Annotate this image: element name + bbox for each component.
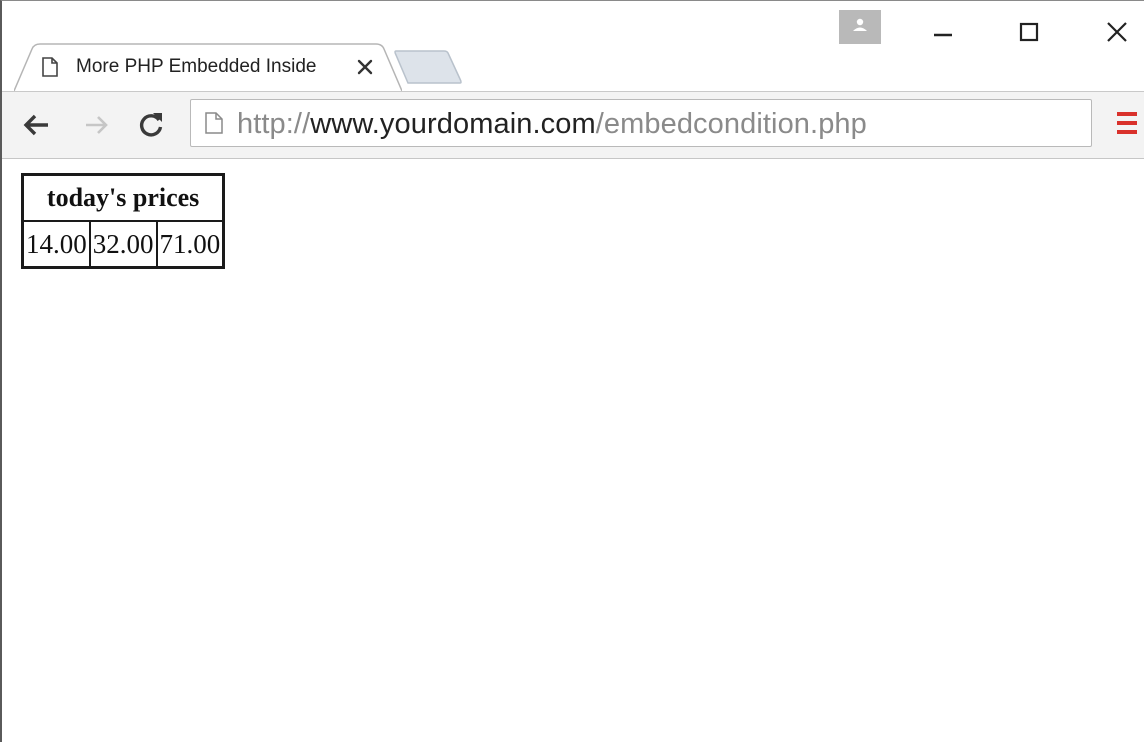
profile-person-icon[interactable] [839, 10, 881, 44]
tab-strip: More PHP Embedded Inside [2, 1, 1144, 91]
address-bar[interactable]: http://www.yourdomain.com/embedcondition… [190, 99, 1092, 147]
table-cell: 71.00 [156, 221, 224, 267]
hamburger-menu-icon[interactable] [1114, 108, 1140, 138]
new-tab-button[interactable] [390, 49, 464, 85]
table-header: today's prices [23, 175, 224, 221]
maximize-icon[interactable] [1008, 11, 1050, 53]
window-close-icon[interactable] [1096, 11, 1138, 53]
reload-icon[interactable] [134, 108, 168, 142]
table-cell: 14.00 [23, 221, 90, 267]
browser-tab-active[interactable]: More PHP Embedded Inside [14, 43, 402, 91]
browser-toolbar: http://www.yourdomain.com/embedcondition… [2, 91, 1144, 159]
page-icon [42, 57, 58, 77]
url-text: http://www.yourdomain.com/embedcondition… [237, 108, 867, 141]
browser-window: More PHP Embedded Inside http://www.your… [0, 0, 1144, 743]
url-scheme: http:// [237, 108, 311, 140]
url-host: www.yourdomain.com [310, 108, 596, 140]
back-arrow-icon[interactable] [20, 108, 54, 142]
tab-close-icon[interactable] [356, 58, 374, 76]
page-content: today's prices 14.00 32.00 71.00 [2, 159, 1144, 743]
minimize-icon[interactable] [922, 11, 964, 53]
page-info-icon[interactable] [205, 112, 223, 134]
table-cell: 32.00 [89, 221, 157, 267]
forward-arrow-icon[interactable] [80, 108, 114, 142]
tab-title: More PHP Embedded Inside [76, 56, 317, 77]
table-row: 14.00 32.00 71.00 [23, 221, 224, 267]
table-header-row: today's prices [23, 175, 224, 221]
url-path: /embedcondition.php [595, 108, 867, 140]
prices-table: today's prices 14.00 32.00 71.00 [21, 173, 226, 269]
